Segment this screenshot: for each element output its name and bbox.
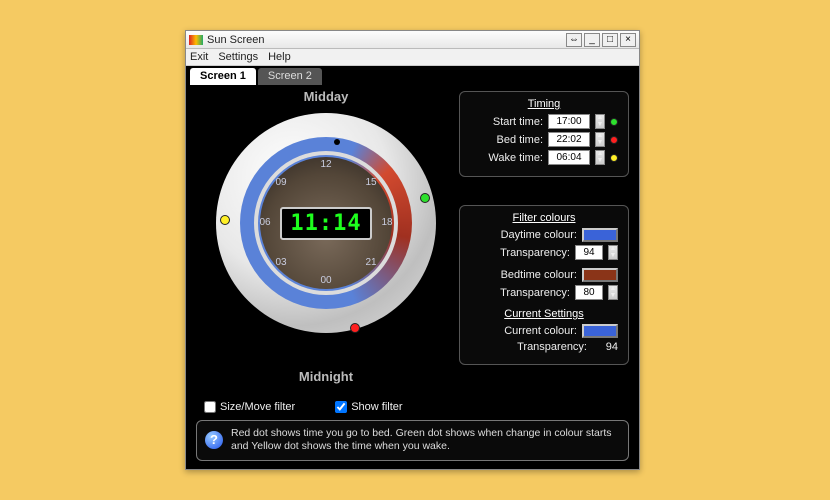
help-text: Red dot shows time you go to bed. Green …: [231, 427, 620, 454]
current-colour-label: Current colour:: [470, 325, 577, 337]
wake-time-dot-icon: [610, 154, 618, 162]
daytime-transp-row: Transparency: ▲▼: [470, 245, 618, 260]
bedtime-colour-label: Bedtime colour:: [470, 269, 577, 281]
current-transp-row: Transparency: 94: [470, 341, 618, 353]
current-colour-row: Current colour:: [470, 324, 618, 338]
daytime-colour-swatch[interactable]: [582, 228, 618, 242]
hour-06: 06: [256, 217, 274, 228]
size-move-label: Size/Move filter: [220, 401, 295, 413]
bedtime-transp-spinner[interactable]: ▲▼: [608, 285, 618, 300]
hour-03: 03: [272, 257, 290, 268]
bedtime-colour-row: Bedtime colour:: [470, 268, 618, 282]
timing-heading: Timing: [470, 98, 618, 110]
hour-21: 21: [362, 257, 380, 268]
bedtime-transp-input[interactable]: [575, 285, 603, 300]
current-settings-heading: Current Settings: [470, 308, 618, 320]
black-tick-icon: [334, 139, 340, 145]
daytime-transp-label: Transparency:: [470, 247, 570, 259]
app-icon: [189, 35, 203, 45]
bed-time-input[interactable]: [548, 132, 590, 147]
help-icon: ?: [205, 431, 223, 449]
hour-12: 12: [317, 159, 335, 170]
bedtime-transp-row: Transparency: ▲▼: [470, 285, 618, 300]
app-window: Sun Screen ⇔ _ □ × Exit Settings Help Sc…: [185, 30, 640, 470]
start-time-label: Start time:: [470, 116, 543, 128]
hour-00: 00: [317, 275, 335, 286]
start-time-row: Start time: ▲▼: [470, 114, 618, 129]
clock-dial: 11:14 12 15 18 21 00 03 06 09: [216, 113, 436, 333]
checkbox-row: Size/Move filter Show filter: [204, 401, 454, 413]
label-midday: Midday: [196, 89, 456, 104]
yellow-dot-icon[interactable]: [220, 215, 230, 225]
size-move-input[interactable]: [204, 401, 216, 413]
size-move-checkbox[interactable]: Size/Move filter: [204, 401, 295, 413]
close-button[interactable]: ×: [620, 33, 636, 47]
current-transp-label: Transparency:: [470, 341, 587, 353]
start-time-spinner[interactable]: ▲▼: [595, 114, 605, 129]
daytime-colour-label: Daytime colour:: [470, 229, 577, 241]
wake-time-label: Wake time:: [470, 152, 543, 164]
dial-area: Midday 11:14 12 15 18 21 00 03 06 09: [196, 89, 456, 399]
tab-screen-1[interactable]: Screen 1: [190, 68, 256, 85]
daytime-transp-input[interactable]: [575, 245, 603, 260]
wake-time-spinner[interactable]: ▲▼: [595, 150, 605, 165]
minimize-button[interactable]: _: [584, 33, 600, 47]
start-time-input[interactable]: [548, 114, 590, 129]
daytime-colour-row: Daytime colour:: [470, 228, 618, 242]
bed-time-dot-icon: [610, 136, 618, 144]
bed-time-label: Bed time:: [470, 134, 543, 146]
bedtime-colour-swatch[interactable]: [582, 268, 618, 282]
help-box: ? Red dot shows time you go to bed. Gree…: [196, 420, 629, 461]
current-colour-swatch[interactable]: [582, 324, 618, 338]
start-time-dot-icon: [610, 118, 618, 126]
bedtime-transp-label: Transparency:: [470, 287, 570, 299]
hour-15: 15: [362, 177, 380, 188]
bed-time-row: Bed time: ▲▼: [470, 132, 618, 147]
daytime-transp-spinner[interactable]: ▲▼: [608, 245, 618, 260]
menu-settings[interactable]: Settings: [218, 51, 258, 63]
timing-panel: Timing Start time: ▲▼ Bed time: ▲▼ Wake …: [459, 91, 629, 177]
titlebar: Sun Screen ⇔ _ □ ×: [186, 31, 639, 49]
clock-time-display: 11:14: [280, 207, 371, 240]
show-filter-checkbox[interactable]: Show filter: [335, 401, 402, 413]
window-buttons: ⇔ _ □ ×: [566, 33, 636, 47]
menu-help[interactable]: Help: [268, 51, 291, 63]
restore-button[interactable]: ⇔: [566, 33, 582, 47]
show-filter-label: Show filter: [351, 401, 402, 413]
bed-time-spinner[interactable]: ▲▼: [595, 132, 605, 147]
filter-colours-heading: Filter colours: [470, 212, 618, 224]
maximize-button[interactable]: □: [602, 33, 618, 47]
wake-time-input[interactable]: [548, 150, 590, 165]
show-filter-input[interactable]: [335, 401, 347, 413]
window-title: Sun Screen: [207, 34, 566, 46]
tab-bar: Screen 1 Screen 2: [186, 66, 639, 85]
menu-exit[interactable]: Exit: [190, 51, 208, 63]
hour-09: 09: [272, 177, 290, 188]
tab-screen-2[interactable]: Screen 2: [258, 68, 322, 85]
current-transp-value: 94: [592, 341, 618, 353]
wake-time-row: Wake time: ▲▼: [470, 150, 618, 165]
green-dot-icon[interactable]: [420, 193, 430, 203]
filter-colours-panel: Filter colours Daytime colour: Transpare…: [459, 205, 629, 365]
menubar: Exit Settings Help: [186, 49, 639, 66]
red-dot-icon[interactable]: [350, 323, 360, 333]
hour-18: 18: [378, 217, 396, 228]
content-area: Midday 11:14 12 15 18 21 00 03 06 09: [186, 85, 639, 469]
label-midnight: Midnight: [196, 369, 456, 384]
